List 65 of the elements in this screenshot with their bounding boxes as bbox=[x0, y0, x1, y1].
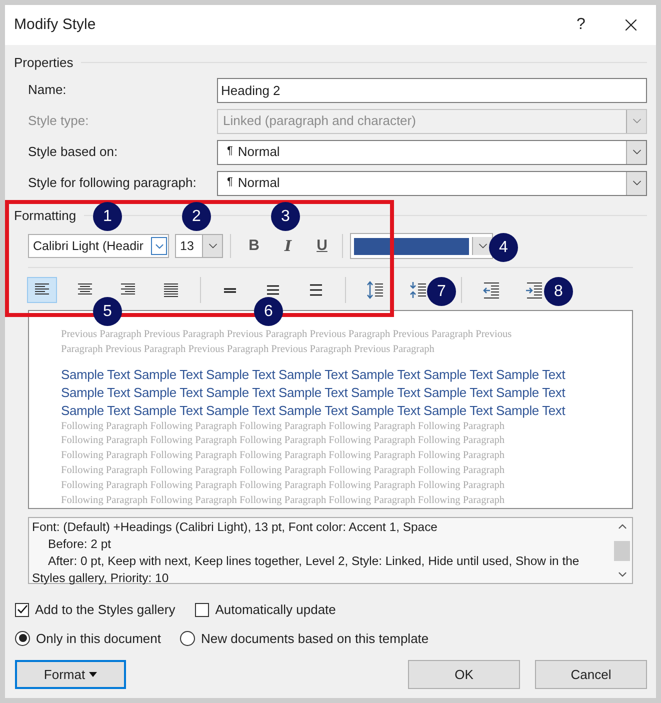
preview-text: Following Paragraph Following Paragraph Following Paragraph Following Paragraph Following Paragraph bbox=[61, 434, 506, 448]
radio-button[interactable] bbox=[180, 630, 196, 646]
preview-text: Previous Paragraph Previous Paragraph Previous Paragraph Previous Paragraph Previous Paragraph Previous bbox=[61, 328, 513, 342]
name-field[interactable]: Heading 2 bbox=[217, 78, 647, 102]
section-legend: Formatting bbox=[14, 206, 76, 225]
description-text: Before: 2 pt bbox=[47, 536, 112, 553]
font-color-select[interactable] bbox=[350, 233, 493, 259]
pilcrow-mark: ¶ bbox=[226, 144, 234, 158]
style-select[interactable]: ¶ Normal bbox=[217, 170, 647, 196]
font-select[interactable]: Calibri Light (Headir bbox=[28, 234, 169, 258]
select-value: Normal bbox=[238, 174, 281, 192]
checkbox[interactable] bbox=[15, 602, 29, 617]
justify-icon bbox=[162, 281, 180, 299]
checkbox-label: Automatically update bbox=[215, 601, 336, 619]
bold-button[interactable]: B bbox=[237, 234, 271, 258]
field-label: Style for following paragraph: bbox=[28, 174, 198, 192]
caret-icon bbox=[89, 672, 98, 677]
align-left-button[interactable] bbox=[26, 277, 56, 303]
preview-text: Following Paragraph Following Paragraph Following Paragraph Following Paragraph Following Paragraph bbox=[61, 478, 506, 493]
pilcrow-mark: ¶ bbox=[226, 174, 234, 190]
description-text: Styles gallery, Priority: 10 bbox=[32, 570, 170, 587]
sample-text: Sample Text Sample Text Sample Text Sample Text Sample Text Sample Text Sample Text bbox=[61, 402, 566, 420]
space-less-button[interactable] bbox=[408, 280, 428, 300]
preview-text: Following Paragraph Following Paragraph Following Paragraph Following Paragraph Following Paragraph bbox=[61, 449, 506, 464]
section-legend: Properties bbox=[14, 53, 74, 72]
single-spacing-icon bbox=[224, 288, 236, 292]
radio-label: New documents based on this template bbox=[201, 630, 429, 648]
help-button[interactable]: ? bbox=[566, 13, 596, 37]
select-value: Normal bbox=[238, 143, 281, 162]
radio-label: Only in this document bbox=[36, 630, 162, 648]
double-spacing-icon bbox=[310, 284, 322, 296]
underline-button[interactable]: U bbox=[305, 234, 339, 258]
check-icon bbox=[16, 604, 28, 616]
select-value: Linked (paragraph and character) bbox=[222, 112, 417, 130]
outdent-icon bbox=[482, 281, 500, 299]
field-label: Style type: bbox=[28, 112, 90, 130]
preview-text: Following Paragraph Following Paragraph Following Paragraph Following Paragraph Following Paragraph bbox=[61, 494, 506, 508]
select-value: Calibri Light (Headir bbox=[32, 238, 144, 255]
size-select[interactable]: 13 bbox=[175, 234, 223, 258]
ok-button[interactable]: OK bbox=[408, 660, 520, 689]
italic-button[interactable]: I bbox=[271, 234, 305, 258]
field-label: Style based on: bbox=[28, 143, 119, 162]
space-more-icon bbox=[366, 281, 384, 299]
sample-text: Sample Text Sample Text Sample Text Sample Text Sample Text Sample Text Sample Text bbox=[61, 384, 566, 402]
checkbox-label: Add to the Styles gallery bbox=[35, 601, 176, 619]
sample-text: Sample Text Sample Text Sample Text Sample Text Sample Text Sample Text Sample Text bbox=[61, 366, 566, 384]
select-value: 13 bbox=[179, 238, 195, 255]
field-label: Name: bbox=[28, 81, 68, 100]
radio-button[interactable] bbox=[15, 630, 30, 646]
one-half-spacing-icon bbox=[266, 285, 278, 295]
indent-icon bbox=[524, 281, 542, 299]
window-title: Modify Style bbox=[14, 14, 97, 35]
preview-text: Paragraph Previous Paragraph Previous Paragraph Previous Paragraph Previous Paragraph bbox=[61, 342, 436, 357]
space-more-button[interactable] bbox=[364, 280, 384, 300]
preview-text: Following Paragraph Following Paragraph Following Paragraph Following Paragraph Following Paragraph bbox=[61, 420, 506, 434]
checkbox[interactable] bbox=[195, 602, 210, 617]
cancel-button[interactable]: Cancel bbox=[535, 660, 647, 689]
preview-text: Following Paragraph Following Paragraph Following Paragraph Following Paragraph Following Paragraph bbox=[61, 464, 506, 478]
description-text: After: 0 pt, Keep with next, Keep lines together, Level 2, Style: Linked, Hide until used, Show in the bbox=[47, 553, 580, 570]
space-less-icon bbox=[408, 281, 426, 299]
format-button[interactable]: Format bbox=[15, 660, 126, 689]
outdent-button[interactable] bbox=[480, 280, 500, 300]
indent-button[interactable] bbox=[524, 280, 544, 300]
description-text: Font: (Default) +Headings (Calibri Light), 13 pt, Font color: Accent 1, Space bbox=[32, 519, 438, 536]
style-select[interactable]: ¶ Normal bbox=[217, 140, 647, 164]
